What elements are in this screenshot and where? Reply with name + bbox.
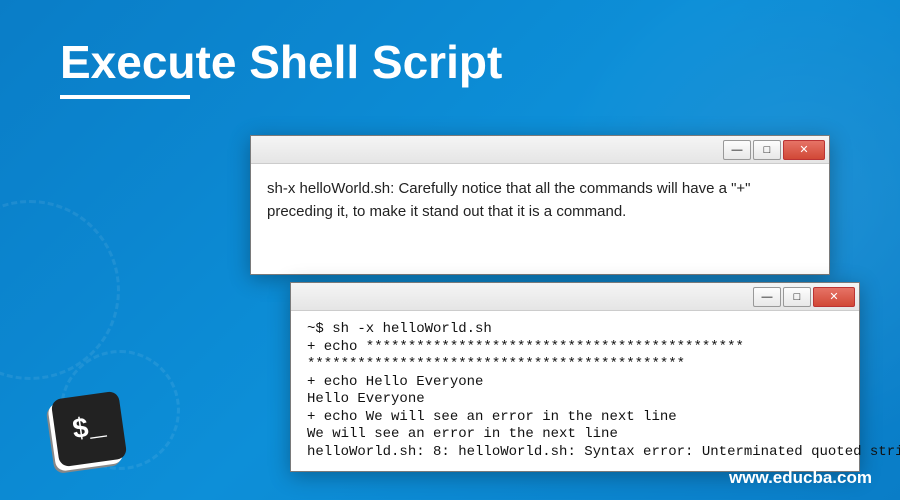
maximize-button[interactable]: □ (753, 140, 781, 160)
terminal-line: We will see an error in the next line (307, 426, 618, 442)
description-text: sh-x helloWorld.sh: Carefully notice tha… (251, 164, 829, 237)
terminal-line: Hello Everyone (307, 391, 425, 407)
close-button[interactable]: ✕ (783, 140, 825, 160)
minimize-button[interactable]: — (723, 140, 751, 160)
terminal-line: helloWorld.sh: 8: helloWorld.sh: Syntax … (307, 444, 900, 460)
terminal-line: ~$ sh -x helloWorld.sh (307, 321, 492, 337)
close-button[interactable]: ✕ (813, 287, 855, 307)
shell-prompt-icon: $_ (51, 391, 128, 468)
terminal-line: ****************************************… (307, 356, 685, 372)
footer-url: www.educba.com (729, 468, 872, 488)
window-titlebar: — □ ✕ (291, 283, 859, 311)
title-underline (60, 95, 190, 99)
minimize-button[interactable]: — (753, 287, 781, 307)
terminal-output: ~$ sh -x helloWorld.sh + echo **********… (291, 311, 859, 471)
description-window: — □ ✕ sh-x helloWorld.sh: Carefully noti… (250, 135, 830, 275)
terminal-line: + echo We will see an error in the next … (307, 409, 677, 425)
maximize-button[interactable]: □ (783, 287, 811, 307)
window-titlebar: — □ ✕ (251, 136, 829, 164)
terminal-line: + echo Hello Everyone (307, 374, 483, 390)
shell-script-icon: $_ (55, 395, 135, 475)
page-title: Execute Shell Script (60, 35, 502, 89)
terminal-window: — □ ✕ ~$ sh -x helloWorld.sh + echo ****… (290, 282, 860, 472)
terminal-line: + echo *********************************… (307, 339, 744, 355)
